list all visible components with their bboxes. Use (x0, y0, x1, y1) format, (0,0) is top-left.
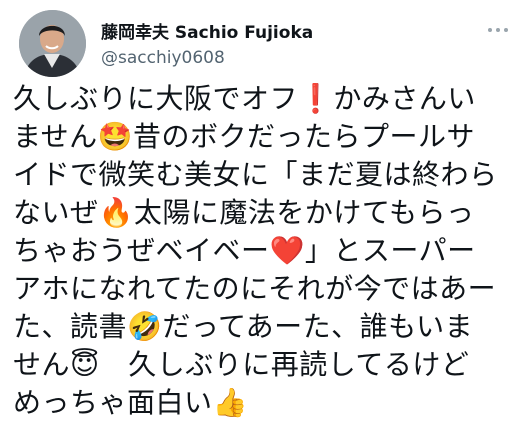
tweet-text-line: イドで微笑む美女に「まだ夏は終わら (13, 158, 498, 191)
tweet-text-line: アホになれてたのにそれが今ではあー (13, 272, 497, 305)
tweet-text-line: ないぜ🔥太陽に魔法をかけてもらっ (13, 196, 475, 229)
avatar[interactable] (19, 10, 86, 77)
author-handle[interactable]: @sacchiy0608 (101, 48, 225, 68)
tweet-text-line: せん😇 久しぶりに再読してるけど (13, 348, 470, 381)
avatar-photo-icon (19, 10, 86, 77)
tweet-text-line: 久しぶりに大阪でオフ❗️かみさんい (13, 82, 476, 115)
author-display-name[interactable]: 藤岡幸夫 Sachio Fujioka (101, 18, 313, 43)
dot (496, 28, 500, 32)
tweet-text: 久しぶりに大阪でオフ❗️かみさんい ません🤩昔のボクだったらプールサ イドで微笑… (13, 80, 513, 422)
tweet-text-line: ちゃおうぜベイベー❤️」とスーパー (13, 234, 476, 267)
tweet-text-line: た、読書🤣だってあーた、誰もいま (13, 310, 474, 343)
tweet-text-line: ません🤩昔のボクだったらプールサ (13, 120, 476, 153)
tweet-card: 藤岡幸夫 Sachio Fujioka @sacchiy0608 久しぶりに大阪… (0, 0, 518, 430)
more-options-icon[interactable] (488, 20, 508, 40)
dot (488, 28, 492, 32)
dot (504, 28, 508, 32)
tweet-text-line: めっちゃ面白い👍 (13, 386, 248, 419)
